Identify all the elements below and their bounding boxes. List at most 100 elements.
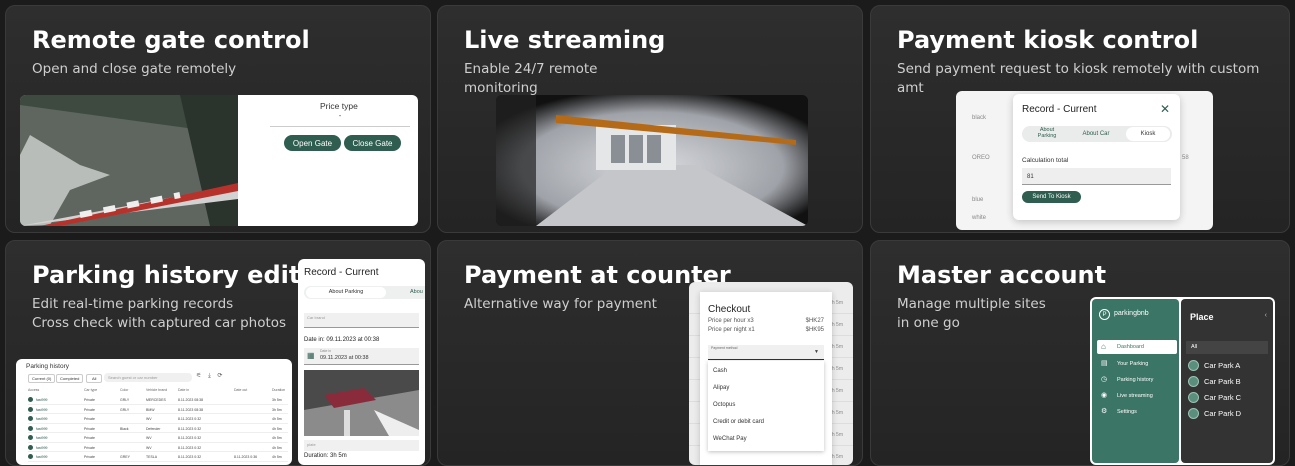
place-label: Car Park A	[1204, 361, 1241, 370]
sidebar-item-parking-history[interactable]: ◷ Parking history	[1097, 373, 1177, 387]
gate-camera-photo	[20, 95, 238, 226]
filter-completed[interactable]: Completed	[56, 374, 84, 383]
sidebar-item-label: Your Parking	[1117, 361, 1149, 367]
car-park-icon	[1188, 376, 1199, 387]
option-wechat[interactable]: WeChat Pay	[713, 436, 747, 442]
row-status-icon	[28, 425, 33, 431]
car-park-icon	[1188, 392, 1199, 403]
date-in-value: 09.11.2023 at 00:38	[326, 337, 380, 343]
place-all[interactable]: All	[1186, 341, 1268, 354]
history-rows: fast999 Private GRLY MERCEDES 8.11.2023 08:3…	[28, 395, 288, 462]
col-color: Color	[120, 388, 129, 392]
play-icon: ◉	[1101, 392, 1108, 399]
kiosk-screenshot: black OREO blue white 58 Record - Curren…	[956, 91, 1213, 230]
table-cell: 8.11.2023 08:38	[178, 407, 204, 412]
sidebar-item-dashboard[interactable]: ⌂ Dashboard	[1097, 340, 1177, 354]
tab-about-parking[interactable]: About Parking	[1026, 127, 1068, 139]
table-cell: GREY	[120, 455, 130, 459]
tab-about-car[interactable]: About Car	[1074, 131, 1118, 137]
card-title: Master account	[897, 261, 1107, 289]
bg-row-label: blue	[972, 197, 984, 203]
price-line: Price per hour x3 $HK27	[708, 318, 824, 324]
sidebar-item-live-streaming[interactable]: ◉ Live streaming	[1097, 389, 1177, 403]
table-cell: Private	[84, 417, 95, 421]
open-gate-button[interactable]: Open Gate	[284, 135, 341, 151]
option-alipay[interactable]: Alipay	[713, 385, 729, 391]
date-field-label: Date in	[320, 349, 332, 353]
table-cell: fast999	[36, 407, 48, 412]
option-cash[interactable]: Cash	[713, 368, 727, 374]
place-item[interactable]: Car Park B	[1188, 374, 1268, 390]
tab-about-parking[interactable]: About Parking	[306, 287, 386, 298]
sidebar-item-settings[interactable]: ⚙ Settings	[1097, 405, 1177, 419]
sidebar-item-label: Settings	[1117, 409, 1137, 415]
row-status-icon	[28, 435, 33, 440]
record-tabs: About Parking Abou	[304, 286, 425, 299]
date-in-field[interactable]: ▦ Date in 09.11.2023 at 00:38	[304, 348, 419, 365]
row-status-icon	[28, 397, 33, 402]
table-row[interactable]: fast999 Private WV 8.11.2023 0:32 4h 5m	[28, 443, 288, 452]
table-cell: 4h 5m	[272, 417, 282, 421]
calc-total-input[interactable]: 81	[1022, 168, 1171, 185]
checkout-title: Checkout	[708, 304, 751, 315]
option-card[interactable]: Credit or debit card	[713, 419, 764, 425]
plate-input[interactable]: plate	[304, 440, 419, 451]
table-cell: Black	[120, 426, 129, 431]
kiosk-dialog: Record - Current ✕ About Parking About C…	[1013, 94, 1180, 220]
close-gate-button[interactable]: Close Gate	[344, 135, 401, 151]
table-row[interactable]: fast999 Private WV 8.11.2023 0:32 4h 5m	[28, 414, 288, 424]
card-title: Payment kiosk control	[897, 26, 1199, 54]
close-icon[interactable]: ✕	[1160, 102, 1170, 116]
table-cell: GRLY	[120, 407, 130, 412]
table-cell: fast999	[36, 426, 48, 431]
sidebar-item-your-parking[interactable]: ▤ Your Parking	[1097, 357, 1177, 371]
send-to-kiosk-button[interactable]: Send To Kiosk	[1022, 191, 1081, 203]
refresh-icon[interactable]: ⟳	[217, 373, 222, 379]
table-cell: Private	[84, 455, 95, 459]
date-in-line: Date in: 09.11.2023 at 00:38	[304, 337, 379, 343]
checkout-screenshot: 3h 5m 3h 5m 4h 5m 4h 5m 4h 5m 4h 5m 4h 5m 4h 5m…	[689, 282, 853, 465]
table-cell: GRLY	[120, 398, 130, 402]
table-cell: 4h 5m	[272, 455, 282, 459]
table-cell: 8.11.2023 0:32	[178, 417, 202, 421]
card-title: Live streaming	[464, 26, 666, 54]
table-cell: 8.11.2023 0:32	[178, 426, 202, 431]
car-brand-input[interactable]: Car brand	[304, 313, 419, 328]
logo-icon: P	[1099, 309, 1110, 320]
place-label: Car Park C	[1204, 393, 1242, 402]
table-row[interactable]: fast999 Private GRLY MERCEDES 8.11.2023 08:3…	[28, 395, 288, 405]
table-row[interactable]: fast999 Private Black Defender 8.11.2023 0:3…	[28, 424, 288, 433]
col-access: Access	[28, 388, 40, 392]
table-cell: WV	[146, 436, 152, 440]
tab-about[interactable]: Abou	[410, 289, 423, 295]
sidebar-item-label: Dashboard	[1117, 344, 1144, 350]
payment-method-label: Payment method	[711, 346, 738, 350]
chevron-left-icon[interactable]: ‹	[1265, 312, 1267, 319]
option-octopus[interactable]: Octopus	[713, 402, 735, 408]
table-cell: Private	[84, 445, 95, 450]
master-screenshot: P parkingbnb ⌂ Dashboard ▤ Your Parking …	[1090, 297, 1275, 465]
price-type-select[interactable]: -	[270, 113, 410, 127]
place-item[interactable]: Car Park C	[1188, 390, 1268, 406]
download-icon[interactable]: ⤓	[208, 373, 211, 379]
payment-method-select[interactable]: Payment method ▼	[708, 345, 824, 360]
camera-feed-image	[496, 95, 808, 226]
tab-kiosk[interactable]: Kiosk	[1126, 127, 1170, 141]
checkout-dialog: Checkout Price per hour x3 $HK27 Price p…	[700, 292, 832, 465]
table-cell: Private	[84, 407, 95, 412]
place-item[interactable]: Car Park D	[1188, 406, 1268, 422]
filter-current[interactable]: Current (0)	[28, 374, 56, 383]
filter-icon[interactable]: ⚟	[196, 373, 201, 379]
table-cell: 4h 5m	[272, 445, 282, 450]
filter-all[interactable]: All	[86, 374, 103, 383]
table-cell: 8.11.2023 08:38	[178, 398, 204, 402]
calc-total-label: Calculation total	[1022, 157, 1069, 164]
feature-grid: Remote gate control Open and close gate …	[0, 0, 1295, 466]
home-icon: ⌂	[1101, 342, 1106, 351]
history-search-input[interactable]: Search guest or car number	[104, 373, 192, 382]
table-row[interactable]: fast999 Private WV 8.11.2023 0:32 4h 5m	[28, 433, 288, 443]
place-item[interactable]: Car Park A	[1188, 358, 1268, 374]
table-row[interactable]: fast999 Private GREY TESLA 8.11.2023 0:32 8.1…	[28, 452, 288, 462]
sidebar-item-label: Parking history	[1117, 377, 1154, 383]
table-row[interactable]: fast999 Private GRLY BMW 8.11.2023 08:38 3h 5…	[28, 405, 288, 414]
